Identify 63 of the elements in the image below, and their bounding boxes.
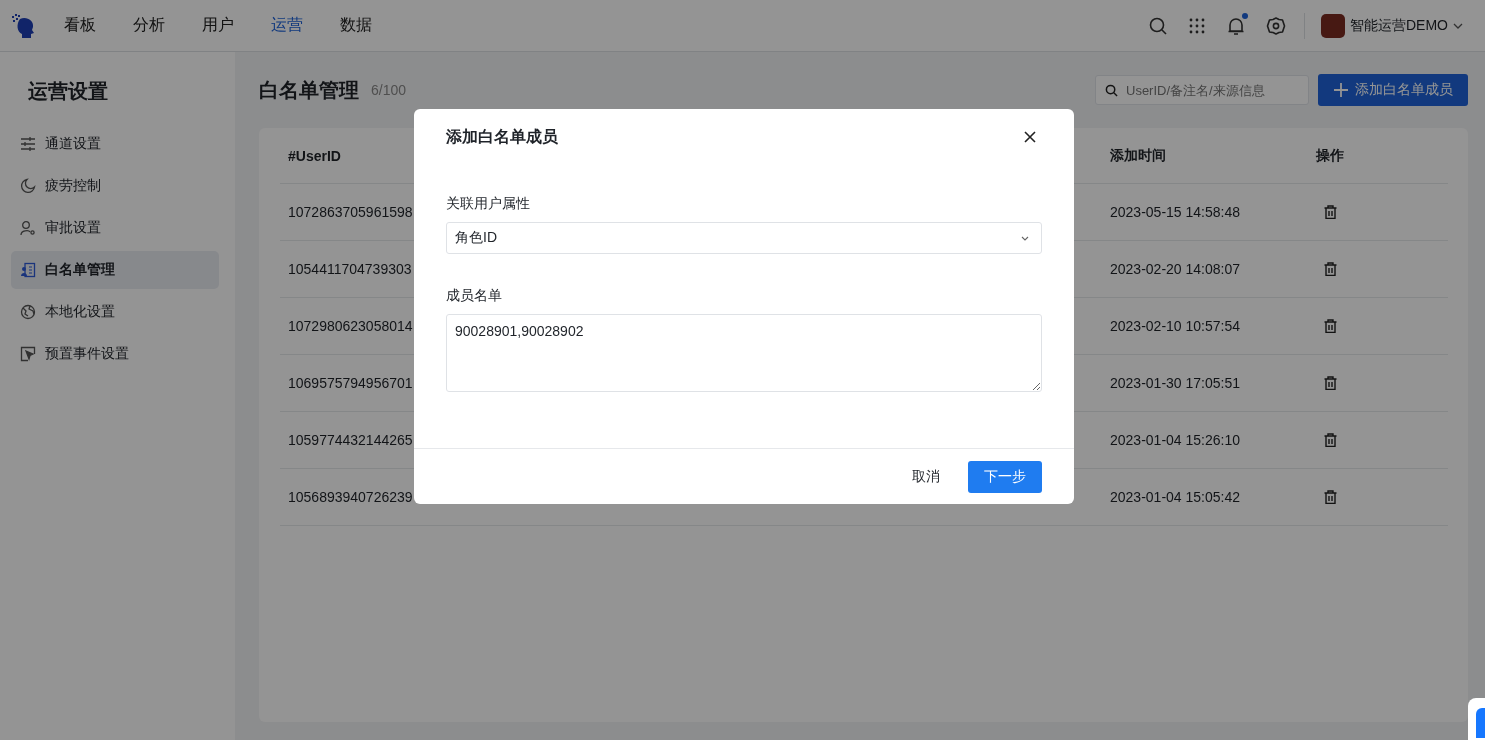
trash-icon[interactable] <box>1324 205 1337 219</box>
table-cell: 1072980623058014 <box>288 318 413 334</box>
sidebar-title: 运营设置 <box>27 79 109 104</box>
nav-tab[interactable]: 用户 <box>202 15 234 36</box>
chat-widget-icon[interactable] <box>1468 698 1485 740</box>
cursor-window-icon <box>20 346 36 362</box>
caret-icon <box>1021 235 1029 241</box>
sliders-icon <box>20 136 36 152</box>
sidebar-item[interactable]: 审批设置 <box>11 209 219 247</box>
members-textarea[interactable]: 90028901,90028902 <box>446 314 1042 392</box>
trash-icon[interactable] <box>1324 376 1337 390</box>
nav-tab[interactable]: 分析 <box>133 15 165 36</box>
search-icon <box>1105 84 1118 97</box>
globe-icon <box>20 304 36 320</box>
apps-grid-icon[interactable] <box>1188 16 1206 35</box>
trash-icon[interactable] <box>1324 262 1337 276</box>
field-label: 成员名单 <box>446 287 503 305</box>
close-icon[interactable] <box>1024 131 1036 143</box>
trash-icon[interactable] <box>1324 433 1337 447</box>
add-member-button[interactable]: 添加白名单成员 <box>1318 74 1468 106</box>
attribute-select[interactable]: 角色ID <box>446 222 1042 254</box>
column-header: #UserID <box>287 147 342 164</box>
table-cell: 2023-02-20 14:08:07 <box>1110 261 1240 277</box>
trash-icon[interactable] <box>1324 490 1337 504</box>
member-count: 6/100 <box>371 82 407 98</box>
table-cell: 2023-01-30 17:05:51 <box>1110 375 1240 391</box>
trash-icon[interactable] <box>1324 319 1337 333</box>
sidebar-item[interactable]: 本地化设置 <box>11 293 219 331</box>
moon-icon <box>20 178 36 194</box>
head-logo-icon <box>10 12 36 39</box>
search-icon[interactable] <box>1148 15 1168 36</box>
sidebar-item[interactable]: 预置事件设置 <box>11 335 219 373</box>
table-cell: 1072863705961598 <box>288 204 413 220</box>
table-cell: 1059774432144265 <box>288 432 413 448</box>
user-gear-icon <box>20 220 36 236</box>
sidebar-item[interactable]: 白名单管理 <box>11 251 219 289</box>
table-cell: 2023-01-04 15:26:10 <box>1110 432 1240 448</box>
nav-tab[interactable]: 看板 <box>64 15 96 36</box>
table-cell: 2023-02-10 10:57:54 <box>1110 318 1240 334</box>
search-field[interactable]: UserID/备注名/来源信息 <box>1095 75 1309 105</box>
sidebar-item[interactable]: 疲劳控制 <box>11 167 219 205</box>
sidebar-item[interactable]: 通道设置 <box>11 125 219 163</box>
contact-list-icon <box>20 262 36 278</box>
column-header: 操作 <box>1315 146 1345 165</box>
table-cell: 2023-05-15 14:58:48 <box>1110 204 1240 220</box>
plus-icon <box>1333 83 1348 97</box>
table-cell: 2023-01-04 15:05:42 <box>1110 489 1240 505</box>
table-cell: 1069575794956701 <box>288 375 413 391</box>
column-header: 添加时间 <box>1109 146 1167 165</box>
nav-tab[interactable]: 数据 <box>340 15 372 36</box>
field-label: 关联用户属性 <box>446 195 531 213</box>
account-menu[interactable]: 智能运营DEMO <box>1321 13 1463 38</box>
nav-tab[interactable]: 运营 <box>271 15 303 36</box>
table-cell: 1056893940726239 <box>288 489 413 505</box>
settings-icon[interactable] <box>1266 15 1286 36</box>
page-title: 白名单管理 <box>259 77 359 103</box>
bell-icon[interactable] <box>1226 15 1246 36</box>
table-cell: 1054411704739303 <box>288 261 412 277</box>
dialog-title: 添加白名单成员 <box>446 126 558 147</box>
caret-icon <box>1453 22 1463 29</box>
next-button[interactable]: 下一步 <box>968 460 1042 493</box>
avatar-image <box>1321 13 1345 38</box>
cancel-button[interactable]: 取消 <box>898 461 954 492</box>
